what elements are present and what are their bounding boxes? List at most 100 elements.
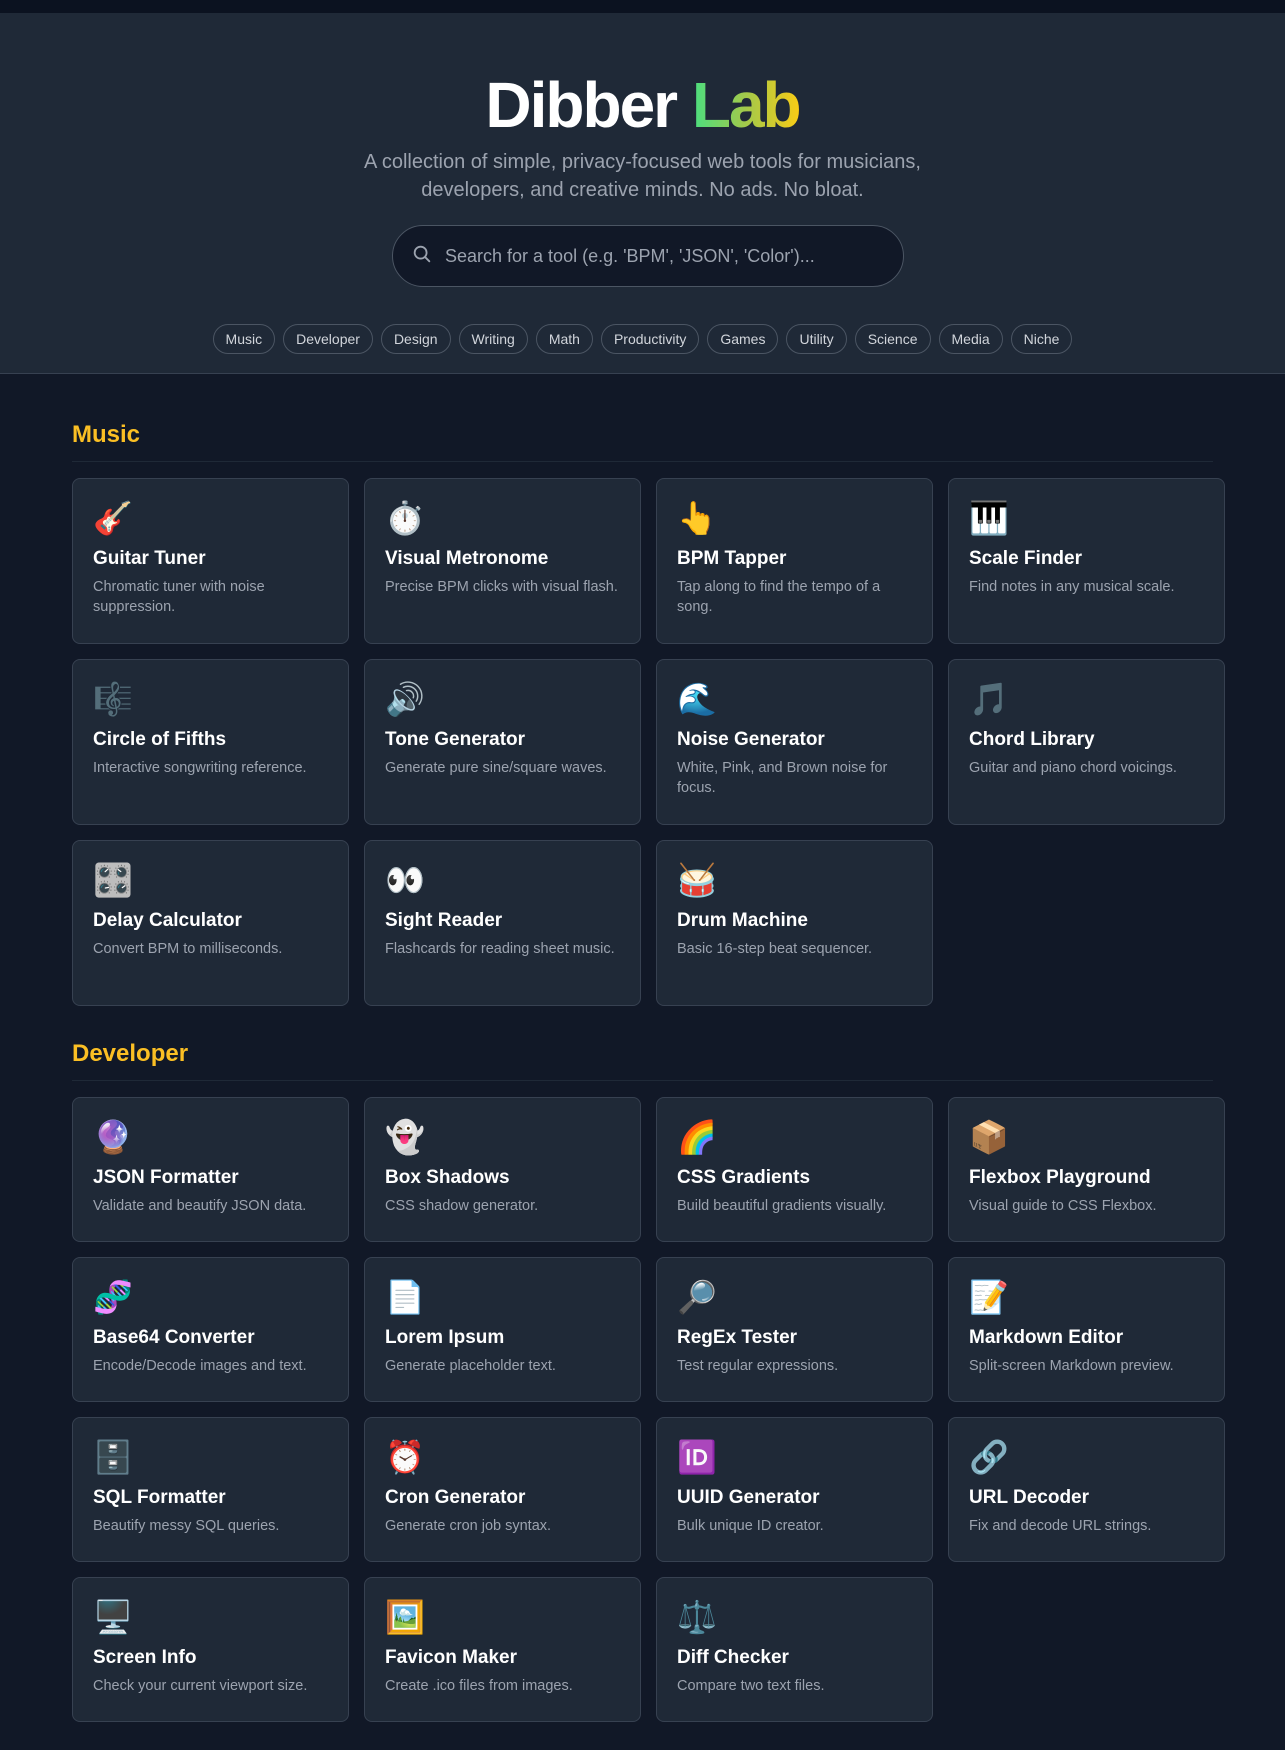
control-knobs-icon: 🎛️ [93, 862, 133, 898]
tool-card-tone-generator[interactable]: 🔊 Tone Generator Generate pure sine/square… [364, 659, 641, 825]
tool-card-cron-generator[interactable]: ⏰ Cron Generator Generate cron job syntax. [364, 1417, 641, 1562]
tool-name: Visual Metronome [385, 548, 549, 569]
crystal-ball-icon: 🔮 [93, 1119, 133, 1155]
tool-card-box-shadows[interactable]: 👻 Box Shadows CSS shadow generator. [364, 1097, 641, 1242]
tool-card-guitar-tuner[interactable]: 🎸 Guitar Tuner Chromatic tuner with noise … [72, 478, 349, 644]
tool-card-url-decoder[interactable]: 🔗 URL Decoder Fix and decode URL strings. [948, 1417, 1225, 1562]
category-pill-science[interactable]: Science [854, 324, 931, 354]
magnifier-icon: 🔎 [677, 1279, 717, 1315]
section-music: Music 🎸 Guitar Tuner Chromatic tuner with … [72, 374, 1225, 1006]
musical-score-icon: 🎼 [93, 681, 133, 717]
search-input[interactable] [445, 245, 865, 267]
tool-card-delay-calculator[interactable]: 🎛️ Delay Calculator Convert BPM to millise… [72, 840, 349, 1006]
tool-description: Encode/Decode images and text. [93, 1358, 307, 1374]
tool-description: Test regular expressions. [677, 1358, 839, 1374]
tool-name: Favicon Maker [385, 1647, 517, 1668]
link-icon: 🔗 [969, 1439, 1009, 1475]
search-bar[interactable] [392, 225, 904, 287]
tool-sections: Music 🎸 Guitar Tuner Chromatic tuner with … [0, 374, 1285, 1722]
tool-name: JSON Formatter [93, 1167, 239, 1188]
section-developer: Developer 🔮 JSON Formatter Validate and be… [72, 1006, 1225, 1722]
tool-card-diff-checker[interactable]: ⚖️ Diff Checker Compare two text files. [656, 1577, 933, 1722]
tool-card-noise-generator[interactable]: 🌊 Noise Generator White, Pink, and Brown n… [656, 659, 933, 825]
tool-name: BPM Tapper [677, 548, 787, 569]
memo-icon: 📝 [969, 1279, 1009, 1315]
id-icon: 🆔 [677, 1439, 717, 1475]
tool-description: Split-screen Markdown preview. [969, 1358, 1174, 1374]
tool-card-sight-reader[interactable]: 👀 Sight Reader Flashcards for reading shee… [364, 840, 641, 1006]
tool-name: Noise Generator [677, 729, 825, 750]
tool-card-lorem-ipsum[interactable]: 📄 Lorem Ipsum Generate placeholder text. [364, 1257, 641, 1402]
tool-description: Convert BPM to milliseconds. [93, 941, 283, 957]
tool-card-visual-metronome[interactable]: ⏱️ Visual Metronome Precise BPM clicks wit… [364, 478, 641, 644]
category-pill-games[interactable]: Games [707, 324, 779, 354]
package-icon: 📦 [969, 1119, 1009, 1155]
category-pill-design[interactable]: Design [380, 324, 451, 354]
guitar-icon: 🎸 [93, 500, 133, 536]
tool-description: Create .ico files from images. [385, 1678, 573, 1694]
tool-name: Drum Machine [677, 910, 808, 931]
tool-card-favicon-maker[interactable]: 🖼️ Favicon Maker Create .ico files from im… [364, 1577, 641, 1722]
tool-name: Tone Generator [385, 729, 526, 750]
category-pill-utility[interactable]: Utility [786, 324, 847, 354]
stopwatch-icon: ⏱️ [385, 500, 425, 536]
tool-description: Validate and beautify JSON data. [93, 1198, 307, 1214]
tool-grid-developer: 🔮 JSON Formatter Validate and beautify JSO… [72, 1097, 1225, 1722]
tool-card-flexbox-playground[interactable]: 📦 Flexbox Playground Visual guide to CSS F… [948, 1097, 1225, 1242]
scales-icon: ⚖️ [677, 1599, 717, 1635]
tool-card-uuid-generator[interactable]: 🆔 UUID Generator Bulk unique ID creator. [656, 1417, 933, 1562]
tool-description: Build beautiful gradients visually. [677, 1198, 887, 1214]
category-pill-media[interactable]: Media [938, 324, 1003, 354]
tool-name: URL Decoder [969, 1487, 1090, 1508]
piano-keys-icon: 🎹 [969, 500, 1009, 536]
tool-description: Generate pure sine/square waves. [385, 760, 607, 776]
tool-description: Generate cron job syntax. [385, 1518, 552, 1534]
tool-card-regex-tester[interactable]: 🔎 RegEx Tester Test regular expressions. [656, 1257, 933, 1402]
desktop-computer-icon: 🖥️ [93, 1599, 133, 1635]
dna-icon: 🧬 [93, 1279, 133, 1315]
category-pill-math[interactable]: Math [535, 324, 593, 354]
tool-description: White, Pink, and Brown noise for focus. [677, 760, 888, 796]
tool-description: Basic 16-step beat sequencer. [677, 941, 873, 957]
tool-card-markdown-editor[interactable]: 📝 Markdown Editor Split-screen Markdown pr… [948, 1257, 1225, 1402]
tool-description: Check your current viewport size. [93, 1678, 308, 1694]
tool-name: Markdown Editor [969, 1327, 1124, 1348]
tool-name: Lorem Ipsum [385, 1327, 505, 1348]
tool-name: Base64 Converter [93, 1327, 255, 1348]
tool-card-circle-of-fifths[interactable]: 🎼 Circle of Fifths Interactive songwriting… [72, 659, 349, 825]
music-note-icon: 🎵 [969, 681, 1009, 717]
tool-name: RegEx Tester [677, 1327, 798, 1348]
tool-description: Fix and decode URL strings. [969, 1518, 1152, 1534]
category-pill-niche[interactable]: Niche [1010, 324, 1073, 354]
tool-name: CSS Gradients [677, 1167, 811, 1188]
tool-description: Interactive songwriting reference. [93, 760, 307, 776]
tool-description: Guitar and piano chord voicings. [969, 760, 1177, 776]
tool-card-sql-formatter[interactable]: 🗄️ SQL Formatter Beautify messy SQL querie… [72, 1417, 349, 1562]
tool-description: Beautify messy SQL queries. [93, 1518, 280, 1534]
tool-card-base64-converter[interactable]: 🧬 Base64 Converter Encode/Decode images an… [72, 1257, 349, 1402]
tool-name: Screen Info [93, 1647, 197, 1668]
tool-description: Chromatic tuner with noise suppression. [93, 579, 265, 615]
tool-card-json-formatter[interactable]: 🔮 JSON Formatter Validate and beautify JSO… [72, 1097, 349, 1242]
site-title-main: Dibber [485, 69, 678, 141]
category-pill-developer[interactable]: Developer [283, 324, 373, 354]
tool-description: Visual guide to CSS Flexbox. [969, 1198, 1157, 1214]
tool-name: Cron Generator [385, 1487, 526, 1508]
category-pill-music[interactable]: Music [212, 324, 276, 354]
category-pill-writing[interactable]: Writing [458, 324, 528, 354]
tool-card-css-gradients[interactable]: 🌈 CSS Gradients Build beautiful gradients … [656, 1097, 933, 1242]
tool-card-chord-library[interactable]: 🎵 Chord Library Guitar and piano chord voi… [948, 659, 1225, 825]
rainbow-icon: 🌈 [677, 1119, 717, 1155]
tool-card-screen-info[interactable]: 🖥️ Screen Info Check your current viewport… [72, 1577, 349, 1722]
wave-icon: 🌊 [677, 681, 717, 717]
pointing-finger-icon: 👆 [677, 500, 717, 536]
tool-description: Compare two text files. [677, 1678, 825, 1694]
section-title-music: Music [72, 421, 1213, 462]
tool-card-scale-finder[interactable]: 🎹 Scale Finder Find notes in any musical s… [948, 478, 1225, 644]
category-pill-productivity[interactable]: Productivity [600, 324, 700, 354]
tool-card-drum-machine[interactable]: 🥁 Drum Machine Basic 16-step beat sequence… [656, 840, 933, 1006]
site-subtitle: A collection of simple, privacy-focused … [364, 151, 921, 201]
top-bar [0, 0, 1285, 13]
site-title-accent: Lab [691, 69, 802, 141]
tool-card-bpm-tapper[interactable]: 👆 BPM Tapper Tap along to find the tempo o… [656, 478, 933, 644]
